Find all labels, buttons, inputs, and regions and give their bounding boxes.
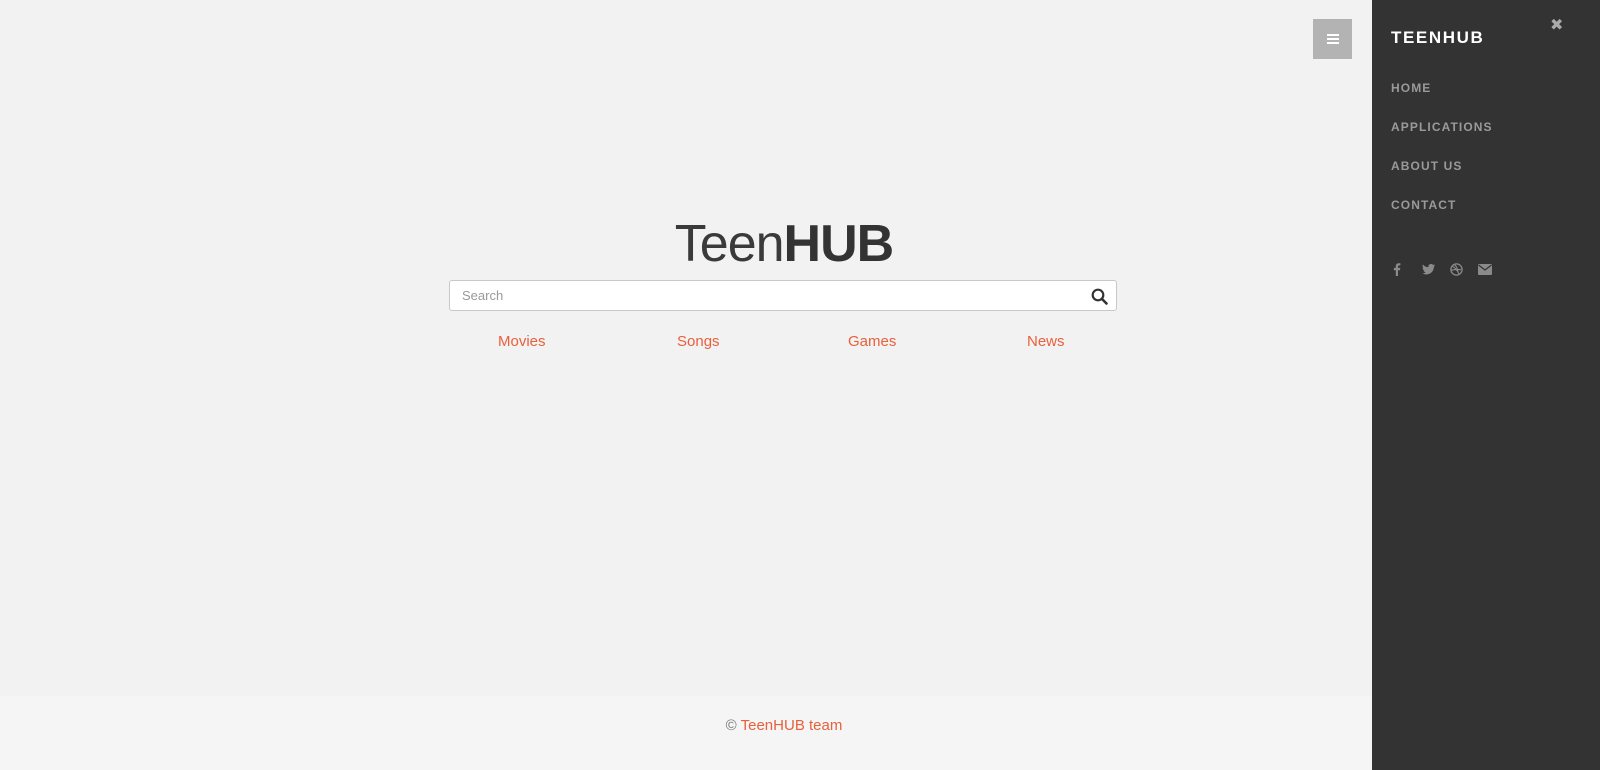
category-link-movies[interactable]: Movies bbox=[498, 333, 546, 350]
site-logo: TeenHUB bbox=[0, 214, 1568, 274]
search-icon[interactable] bbox=[1091, 288, 1108, 305]
menu-toggle-button[interactable] bbox=[1313, 19, 1352, 59]
logo-text-teen: Teen bbox=[674, 215, 785, 273]
search-box bbox=[449, 280, 1117, 311]
nav-item-contact[interactable]: CONTACT bbox=[1391, 198, 1456, 212]
hamburger-icon bbox=[1326, 34, 1339, 44]
nav-item-home[interactable]: HOME bbox=[1391, 81, 1431, 95]
category-link-songs[interactable]: Songs bbox=[677, 333, 720, 350]
category-link-news[interactable]: News bbox=[1027, 333, 1065, 350]
search-input[interactable] bbox=[450, 281, 1080, 310]
sidebar-brand: TEENHUB bbox=[1391, 28, 1485, 47]
facebook-icon[interactable] bbox=[1390, 262, 1404, 276]
nav-item-applications[interactable]: APPLICATIONS bbox=[1391, 120, 1493, 134]
category-link-games[interactable]: Games bbox=[848, 333, 896, 350]
dribbble-icon[interactable] bbox=[1449, 262, 1463, 276]
logo-text-hub: HUB bbox=[783, 215, 895, 273]
footer: © TeenHUB team bbox=[0, 696, 1372, 770]
envelope-icon[interactable] bbox=[1478, 262, 1492, 276]
footer-copyright: © TeenHUB team bbox=[0, 717, 1568, 734]
nav-item-about-us[interactable]: ABOUT US bbox=[1391, 159, 1462, 173]
footer-team-link[interactable]: TeenHUB team bbox=[741, 717, 843, 734]
close-icon[interactable]: ✖ bbox=[1550, 18, 1564, 34]
copyright-symbol: © bbox=[725, 717, 737, 734]
sidebar-menu bbox=[1372, 0, 1600, 770]
main-content: TeenHUB Movies Songs Games News © TeenHU… bbox=[0, 0, 1372, 770]
twitter-icon[interactable] bbox=[1421, 262, 1435, 276]
